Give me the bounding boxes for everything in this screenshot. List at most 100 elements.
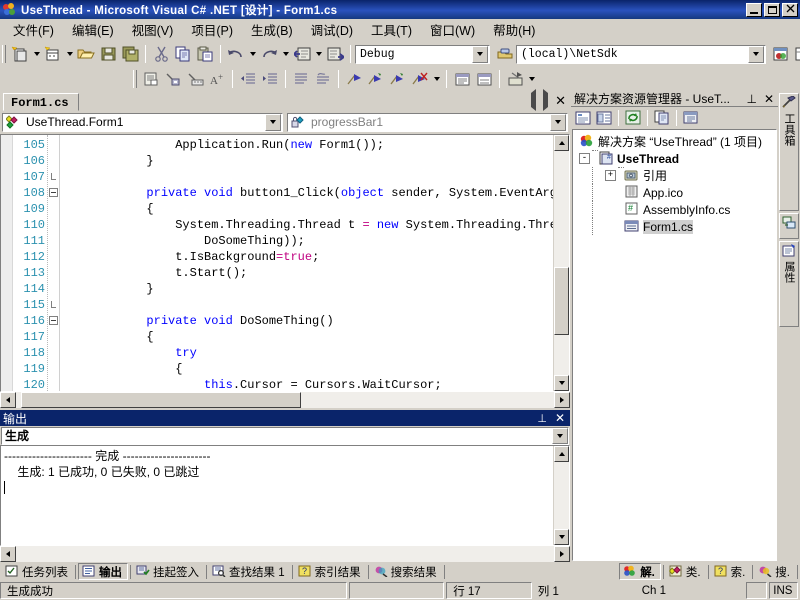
properties-button-icon[interactable]	[573, 108, 593, 127]
uncomment-selection-icon[interactable]	[312, 68, 334, 90]
tree-node-form1-cs[interactable]: Form1.cs	[575, 218, 776, 235]
breakpoint-dropdown[interactable]	[526, 68, 537, 90]
bottom-tab-tasklist[interactable]: 任务列表	[2, 563, 73, 580]
code-line[interactable]: {	[60, 329, 553, 345]
solution-explorer-pin-icon[interactable]: ⊥	[746, 92, 756, 106]
save-all-icon[interactable]	[119, 43, 141, 65]
output-scroll-left-button[interactable]	[0, 546, 16, 562]
output-body[interactable]: ---------------------- 完成 --------------…	[0, 445, 570, 546]
new-breakpoint-icon[interactable]	[504, 68, 526, 90]
server-dropdown-arrow[interactable]	[748, 45, 764, 63]
complete-word-icon[interactable]	[162, 68, 184, 90]
tab-form1-cs[interactable]: Form1.cs	[3, 93, 79, 111]
output-close-icon[interactable]: ✕	[555, 411, 565, 425]
comment-selection-icon[interactable]	[290, 68, 312, 90]
menu-debug[interactable]: 调试(D)	[302, 18, 362, 41]
code-line[interactable]: }	[60, 281, 553, 297]
bottom-tab-index-results[interactable]: ? 索引结果	[295, 563, 366, 580]
code-line[interactable]: DoSomeThing));	[60, 233, 553, 249]
code-line[interactable]: {	[60, 361, 553, 377]
output-horizontal-scrollbar[interactable]	[0, 546, 570, 562]
menu-tools[interactable]: 工具(T)	[362, 18, 421, 41]
close-document-icon[interactable]: ✕	[555, 94, 566, 107]
code-line[interactable]: }	[60, 153, 553, 169]
toggle-all-outlining-icon[interactable]	[451, 68, 473, 90]
navigate-back-dropdown[interactable]	[313, 43, 324, 65]
tree-node-solution[interactable]: 解决方案 “UseThread” (1 项目)	[575, 133, 776, 150]
output-source-combo[interactable]: 生成	[1, 426, 569, 445]
bottom-tab-solution-explorer[interactable]: 解.	[619, 563, 661, 580]
save-icon[interactable]	[97, 43, 119, 65]
editor-scroll-down-button[interactable]	[554, 375, 569, 391]
code-line[interactable]: private void DoSomeThing()	[60, 313, 553, 329]
bottom-tab-pending-checkin[interactable]: 挂起签入	[133, 563, 204, 580]
clear-bookmarks-icon[interactable]	[409, 68, 431, 90]
code-editor-surface[interactable]: 105 106 107 108 109 110 111 112 113 114 115 116 117 1…	[1, 135, 553, 391]
menu-build[interactable]: 生成(B)	[242, 18, 302, 41]
dock-tab-toolbox[interactable]: 工具箱	[779, 93, 799, 211]
output-vertical-scrollbar[interactable]	[553, 446, 569, 545]
stop-outlining-icon[interactable]	[473, 68, 495, 90]
text-toolbar-grip[interactable]	[133, 70, 137, 88]
code-line[interactable]	[60, 297, 553, 313]
paste-icon[interactable]	[194, 43, 216, 65]
tree-node-assemblyinfo-cs[interactable]: # AssemblyInfo.cs	[575, 201, 776, 218]
code-text[interactable]: Application.Run(new Form1()); } private …	[60, 135, 553, 391]
code-line[interactable]: this.Cursor = Cursors.WaitCursor;	[60, 377, 553, 391]
increase-indent-icon[interactable]	[259, 68, 281, 90]
quick-info-icon[interactable]: A +	[206, 68, 228, 90]
editor-vertical-scrollbar[interactable]	[553, 135, 569, 391]
tree-node-app-ico[interactable]: App.ico	[575, 184, 776, 201]
outlining-cell[interactable]	[48, 313, 59, 329]
bottom-tab-find-results[interactable]: 查找结果 1	[209, 563, 290, 580]
parameter-info-icon[interactable]	[184, 68, 206, 90]
outlining-margin[interactable]	[47, 135, 60, 391]
output-hscroll-track[interactable]	[16, 546, 554, 562]
editor-hscroll-track[interactable]	[16, 392, 554, 408]
show-all-files-button-icon[interactable]	[594, 108, 614, 127]
menu-project[interactable]: 项目(P)	[182, 18, 242, 41]
open-file-icon[interactable]	[75, 43, 97, 65]
code-line[interactable]: Application.Run(new Form1());	[60, 137, 553, 153]
member-combo[interactable]: progressBar1	[287, 112, 568, 132]
redo-dropdown[interactable]	[280, 43, 291, 65]
bottom-tab-search[interactable]: 搜.	[755, 563, 795, 580]
output-scroll-down-button[interactable]	[554, 529, 569, 545]
copy-icon[interactable]	[172, 43, 194, 65]
project-expander[interactable]: -	[579, 153, 590, 164]
editor-vscroll-thumb[interactable]	[554, 267, 569, 335]
tree-node-[interactable]: + 引用	[575, 167, 776, 184]
editor-scroll-up-button[interactable]	[554, 135, 569, 151]
output-scroll-right-button[interactable]	[554, 546, 570, 562]
configuration-dropdown-arrow[interactable]	[472, 45, 488, 63]
redo-icon[interactable]	[258, 43, 280, 65]
editor-scroll-left-button[interactable]	[0, 392, 16, 408]
editor-horizontal-scrollbar[interactable]	[0, 392, 570, 408]
code-line[interactable]: System.Threading.Thread t = new System.T…	[60, 217, 553, 233]
code-line[interactable]: {	[60, 201, 553, 217]
output-text[interactable]: ---------------------- 完成 --------------…	[1, 446, 553, 545]
tab-scroll-left-icon[interactable]	[531, 89, 537, 111]
new-project-dropdown[interactable]	[31, 43, 42, 65]
previous-bookmark-icon[interactable]	[365, 68, 387, 90]
add-new-item-icon[interactable]	[42, 43, 64, 65]
menu-window[interactable]: 窗口(W)	[421, 18, 484, 41]
configuration-combo[interactable]: Debug	[355, 44, 490, 64]
code-editor[interactable]: 105 106 107 108 109 110 111 112 113 114 115 116 117 1…	[0, 134, 570, 392]
solution-explorer-close-icon[interactable]: ✕	[764, 92, 774, 106]
undo-icon[interactable]	[225, 43, 247, 65]
find-in-files-icon[interactable]	[770, 43, 792, 65]
output-scroll-up-button[interactable]	[554, 446, 569, 462]
properties-window-icon[interactable]	[792, 43, 800, 65]
bookmarks-dropdown[interactable]	[431, 68, 442, 90]
view-code-button-icon[interactable]	[652, 108, 672, 127]
collapse-box-icon[interactable]	[49, 188, 58, 197]
close-button[interactable]	[782, 2, 798, 17]
add-new-item-dropdown[interactable]	[64, 43, 75, 65]
display-object-members-icon[interactable]	[140, 68, 162, 90]
cut-icon[interactable]	[150, 43, 172, 65]
minimize-button[interactable]	[746, 2, 762, 17]
output-vscroll-track[interactable]	[554, 462, 569, 529]
toolbar-grip[interactable]	[2, 45, 6, 63]
class-combo[interactable]: UseThread.Form1	[2, 112, 283, 132]
